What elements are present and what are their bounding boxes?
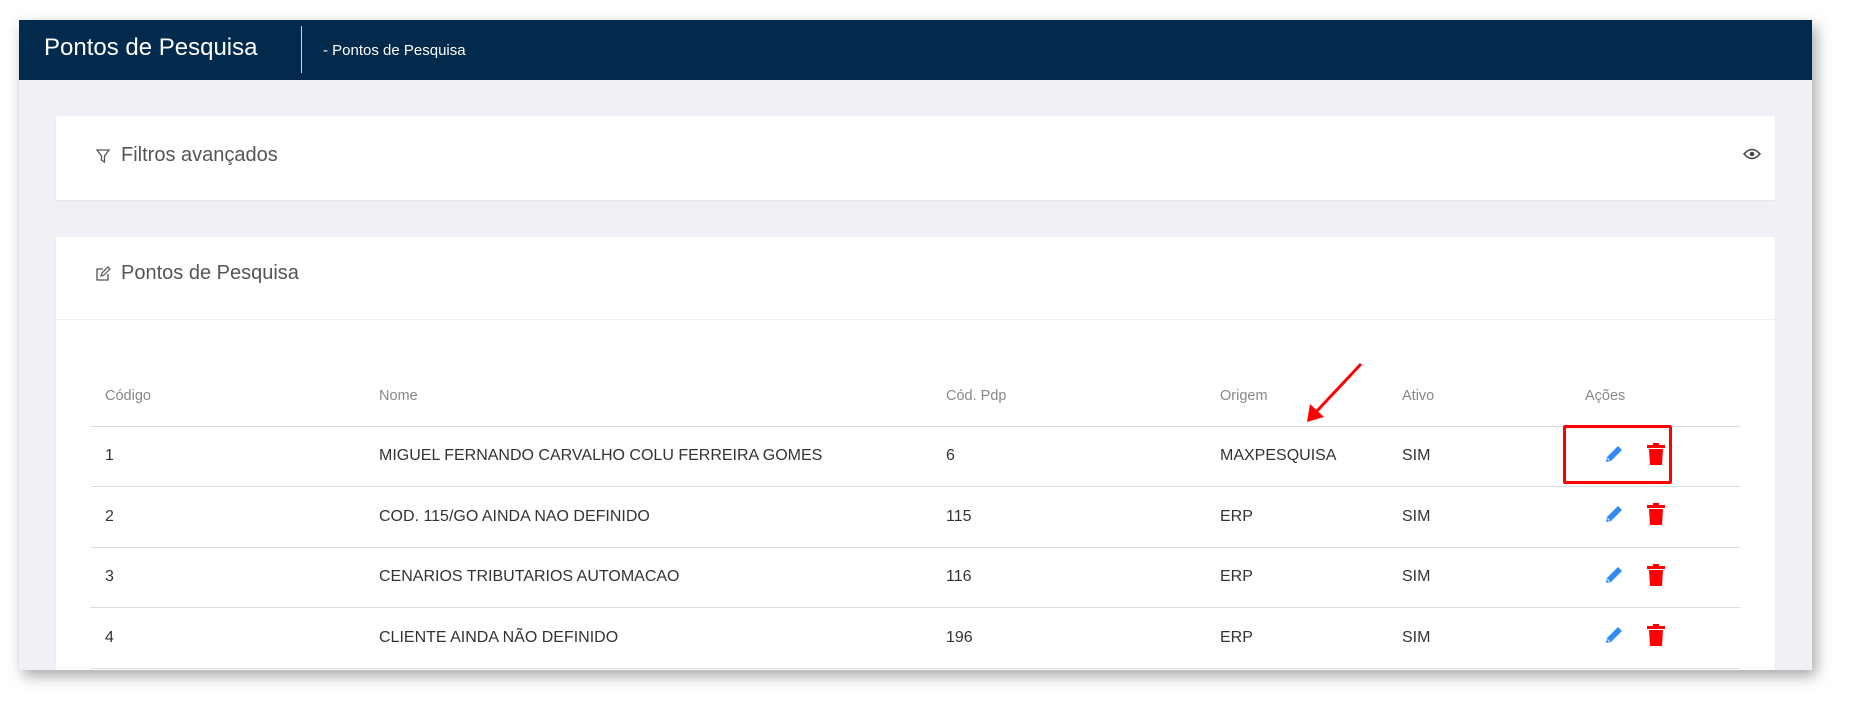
cell-acoes (1571, 486, 1740, 548)
cell-codigo: 1 (91, 426, 365, 487)
col-acoes: Ações (1571, 367, 1740, 427)
cell-ativo: SIM (1388, 486, 1571, 548)
cell-pdp: 6 (932, 426, 1206, 487)
filter-icon (95, 148, 111, 163)
col-origem[interactable]: Origem (1206, 367, 1388, 427)
cell-codigo: 3 (91, 547, 365, 608)
cell-acoes (1571, 607, 1740, 669)
app-window: Pontos de Pesquisa - Pontos de Pesquisa … (19, 20, 1812, 670)
annotation-highlight-box (1563, 425, 1672, 484)
cell-acoes (1571, 547, 1740, 608)
cell-ativo: SIM (1388, 547, 1571, 608)
filters-title: Filtros avançados (121, 144, 278, 166)
edit-pencil-icon[interactable] (1603, 624, 1625, 651)
cell-pdp: 196 (932, 607, 1206, 669)
cell-ativo: SIM (1388, 607, 1571, 669)
points-table: Código Nome Cód. Pdp Origem Ativo Ações … (91, 367, 1740, 669)
table-row: 2 COD. 115/GO AINDA NAO DEFINIDO 115 ERP SIM (91, 486, 1740, 548)
delete-trash-icon[interactable] (1647, 624, 1665, 651)
cell-codigo: 2 (91, 486, 365, 548)
eye-icon[interactable] (1743, 148, 1761, 160)
cell-origem: ERP (1206, 607, 1388, 669)
cell-nome: CENARIOS TRIBUTARIOS AUTOMACAO (365, 547, 932, 608)
cell-origem: MAXPESQUISA (1206, 426, 1388, 487)
delete-trash-icon[interactable] (1647, 503, 1665, 530)
advanced-filters-card[interactable]: Filtros avançados (56, 116, 1775, 200)
list-title: Pontos de Pesquisa (121, 262, 299, 284)
points-list-card: Pontos de Pesquisa Código Nome Cód. Pdp … (56, 237, 1775, 670)
cell-pdp: 116 (932, 547, 1206, 608)
top-header: Pontos de Pesquisa - Pontos de Pesquisa (19, 20, 1812, 80)
cell-origem: ERP (1206, 547, 1388, 608)
cell-ativo: SIM (1388, 426, 1571, 487)
table-row: 4 CLIENTE AINDA NÃO DEFINIDO 196 ERP SIM (91, 607, 1740, 669)
table-row: 3 CENARIOS TRIBUTARIOS AUTOMACAO 116 ERP SIM (91, 547, 1740, 608)
edit-square-icon (96, 265, 111, 281)
cell-nome: MIGUEL FERNANDO CARVALHO COLU FERREIRA G… (365, 426, 932, 487)
divider (56, 319, 1775, 320)
col-nome[interactable]: Nome (365, 367, 932, 427)
col-codigo[interactable]: Código (91, 367, 365, 427)
table-row: 1 MIGUEL FERNANDO CARVALHO COLU FERREIRA … (91, 426, 1740, 487)
delete-trash-icon[interactable] (1647, 563, 1665, 591)
col-ativo[interactable]: Ativo (1388, 367, 1571, 427)
cell-nome: COD. 115/GO AINDA NAO DEFINIDO (365, 486, 932, 548)
col-cod-pdp[interactable]: Cód. Pdp (932, 367, 1206, 427)
edit-pencil-icon[interactable] (1603, 503, 1625, 530)
page-title: Pontos de Pesquisa (44, 34, 258, 61)
cell-origem: ERP (1206, 486, 1388, 548)
header-divider (301, 26, 302, 73)
cell-pdp: 115 (932, 486, 1206, 548)
edit-pencil-icon[interactable] (1603, 564, 1625, 591)
breadcrumb: - Pontos de Pesquisa (323, 42, 466, 59)
cell-codigo: 4 (91, 607, 365, 669)
cell-nome: CLIENTE AINDA NÃO DEFINIDO (365, 607, 932, 669)
